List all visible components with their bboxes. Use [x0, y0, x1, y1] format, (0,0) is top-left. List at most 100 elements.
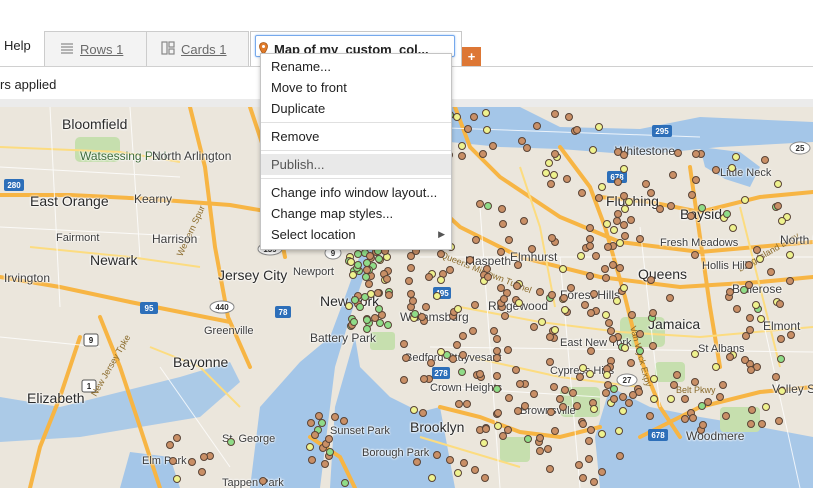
map-marker[interactable] — [742, 332, 750, 340]
map-marker[interactable] — [728, 164, 736, 172]
map-marker[interactable] — [607, 327, 615, 335]
map-marker[interactable] — [524, 435, 532, 443]
map-marker[interactable] — [592, 252, 600, 260]
map-marker[interactable] — [538, 318, 546, 326]
map-marker[interactable] — [699, 421, 707, 429]
map-marker[interactable] — [458, 368, 466, 376]
map-marker[interactable] — [411, 310, 419, 318]
map-marker[interactable] — [493, 354, 501, 362]
map-marker[interactable] — [484, 273, 492, 281]
map-marker[interactable] — [400, 340, 408, 348]
map-marker[interactable] — [311, 431, 319, 439]
map-marker[interactable] — [513, 282, 521, 290]
map-marker[interactable] — [621, 205, 629, 213]
map-marker[interactable] — [610, 395, 618, 403]
map-marker[interactable] — [762, 403, 770, 411]
map-marker[interactable] — [419, 409, 427, 417]
map-marker[interactable] — [673, 371, 681, 379]
map-marker[interactable] — [775, 417, 783, 425]
map-marker[interactable] — [559, 265, 567, 273]
map-marker[interactable] — [691, 350, 699, 358]
map-marker[interactable] — [499, 220, 507, 228]
map-marker[interactable] — [774, 180, 782, 188]
map-marker[interactable] — [349, 271, 357, 279]
map-marker[interactable] — [598, 430, 606, 438]
map-marker[interactable] — [741, 356, 749, 364]
help-menu[interactable]: Help — [4, 38, 31, 53]
map-marker[interactable] — [420, 375, 428, 383]
map-marker[interactable] — [362, 273, 370, 281]
map-marker[interactable] — [666, 294, 674, 302]
map-marker[interactable] — [587, 347, 595, 355]
map-marker[interactable] — [616, 239, 624, 247]
map-marker[interactable] — [530, 323, 538, 331]
map-marker[interactable] — [259, 477, 267, 485]
map-marker[interactable] — [427, 359, 435, 367]
map-marker[interactable] — [604, 381, 612, 389]
map-marker[interactable] — [752, 301, 760, 309]
map-marker[interactable] — [628, 311, 636, 319]
map-marker[interactable] — [341, 479, 349, 487]
map-marker[interactable] — [551, 326, 559, 334]
map-marker[interactable] — [363, 325, 371, 333]
map-marker[interactable] — [561, 306, 569, 314]
map-marker[interactable] — [586, 272, 594, 280]
menu-item-rename[interactable]: Rename... — [261, 56, 451, 77]
map-marker[interactable] — [544, 445, 552, 453]
map-marker[interactable] — [550, 171, 558, 179]
map-marker[interactable] — [463, 400, 471, 408]
map-marker[interactable] — [374, 289, 382, 297]
map-marker[interactable] — [729, 224, 737, 232]
map-marker[interactable] — [365, 280, 373, 288]
map-marker[interactable] — [200, 453, 208, 461]
map-marker[interactable] — [375, 305, 383, 313]
map-marker[interactable] — [587, 309, 595, 317]
map-marker[interactable] — [551, 110, 559, 118]
map-marker[interactable] — [512, 366, 520, 374]
map-marker[interactable] — [757, 315, 765, 323]
menu-item-select-location[interactable]: Select location ▶ — [261, 224, 451, 245]
map-marker[interactable] — [325, 435, 333, 443]
map-marker[interactable] — [542, 169, 550, 177]
map-marker[interactable] — [490, 327, 498, 335]
map-marker[interactable] — [603, 220, 611, 228]
map-marker[interactable] — [453, 113, 461, 121]
map-marker[interactable] — [481, 474, 489, 482]
menu-item-move-to-front[interactable]: Move to front — [261, 77, 451, 98]
map-marker[interactable] — [520, 217, 528, 225]
map-marker[interactable] — [576, 373, 584, 381]
map-marker[interactable] — [745, 261, 753, 269]
map-marker[interactable] — [573, 126, 581, 134]
map-marker[interactable] — [363, 259, 371, 267]
map-marker[interactable] — [603, 371, 611, 379]
map-marker[interactable] — [598, 183, 606, 191]
map-marker[interactable] — [681, 395, 689, 403]
map-marker[interactable] — [498, 205, 506, 213]
map-marker[interactable] — [516, 380, 524, 388]
map-marker[interactable] — [747, 420, 755, 428]
map-marker[interactable] — [691, 251, 699, 259]
map-marker[interactable] — [500, 295, 508, 303]
map-marker[interactable] — [602, 311, 610, 319]
map-marker[interactable] — [777, 335, 785, 343]
map-marker[interactable] — [483, 126, 491, 134]
map-marker[interactable] — [437, 276, 445, 284]
map-marker[interactable] — [719, 381, 727, 389]
map-marker[interactable] — [433, 292, 441, 300]
map-marker[interactable] — [698, 204, 706, 212]
map-marker[interactable] — [471, 301, 479, 309]
map-marker[interactable] — [530, 390, 538, 398]
map-marker[interactable] — [425, 273, 433, 281]
map-marker[interactable] — [748, 406, 756, 414]
map-marker[interactable] — [642, 180, 650, 188]
map-marker[interactable] — [674, 149, 682, 157]
map-marker[interactable] — [437, 250, 445, 258]
map-marker[interactable] — [350, 318, 358, 326]
map-marker[interactable] — [551, 427, 559, 435]
map-marker[interactable] — [778, 387, 786, 395]
map-marker[interactable] — [536, 434, 544, 442]
map-marker[interactable] — [550, 383, 558, 391]
map-marker[interactable] — [400, 376, 408, 384]
map-marker[interactable] — [726, 353, 734, 361]
map-marker[interactable] — [476, 200, 484, 208]
